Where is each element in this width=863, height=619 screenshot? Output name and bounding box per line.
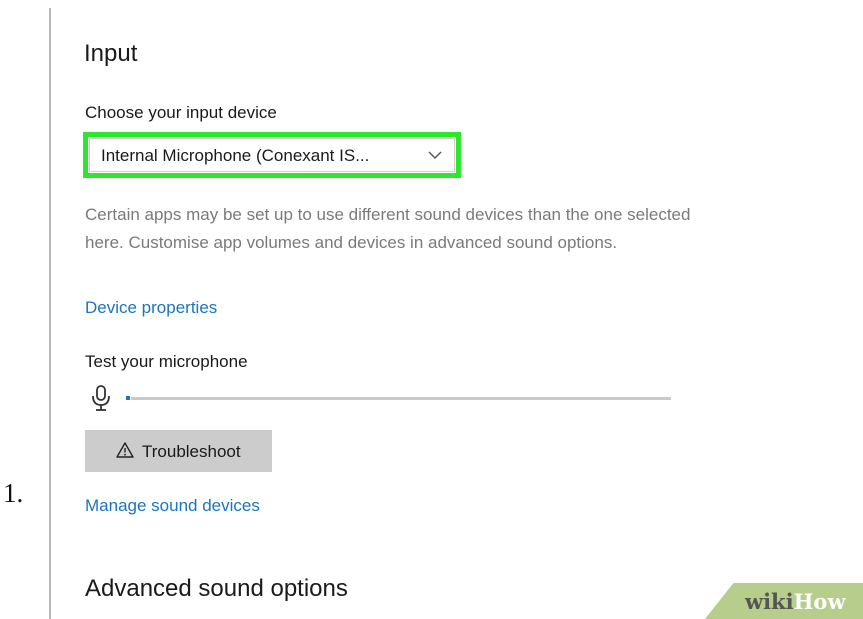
list-marker: 1. bbox=[3, 478, 24, 508]
microphone-icon bbox=[92, 385, 110, 411]
advanced-sound-options-title: Advanced sound options bbox=[85, 575, 348, 602]
watermark-text: wikiHow bbox=[745, 589, 846, 614]
input-device-label: Choose your input device bbox=[85, 103, 277, 122]
troubleshoot-button[interactable]: Troubleshoot bbox=[85, 430, 272, 472]
left-divider bbox=[49, 8, 51, 619]
mic-level-meter bbox=[131, 397, 671, 400]
input-device-value: Internal Microphone (Conexant IS... bbox=[101, 146, 370, 165]
warning-icon bbox=[116, 442, 134, 458]
input-description: Certain apps may be set up to use differ… bbox=[85, 205, 691, 252]
manage-sound-devices-link[interactable]: Manage sound devices bbox=[85, 496, 260, 516]
input-device-dropdown[interactable]: Internal Microphone (Conexant IS... bbox=[89, 138, 455, 172]
chevron-down-icon bbox=[428, 151, 442, 159]
wikihow-watermark: wikiHow bbox=[705, 583, 863, 619]
troubleshoot-label: Troubleshoot bbox=[142, 442, 241, 461]
input-section-title: Input bbox=[84, 40, 138, 67]
device-properties-link[interactable]: Device properties bbox=[85, 298, 217, 318]
mic-level-indicator bbox=[126, 396, 130, 400]
test-microphone-label: Test your microphone bbox=[85, 352, 248, 371]
